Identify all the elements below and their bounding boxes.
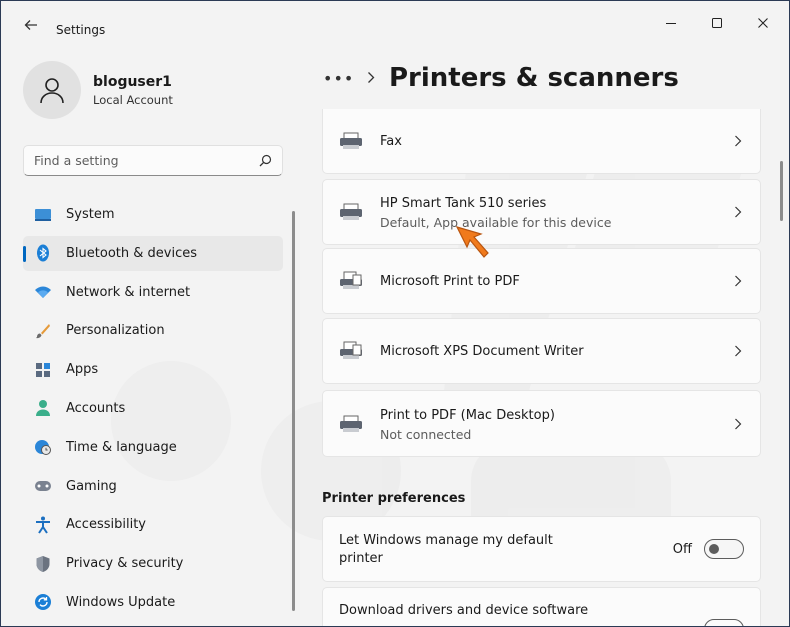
- chevron-right-icon: [735, 206, 742, 218]
- bluetooth-icon: [34, 244, 52, 262]
- manage-default-printer-setting: Let Windows manage my default printer Of…: [322, 516, 761, 582]
- minimize-icon: [666, 23, 676, 24]
- printer-status: Not connected: [380, 427, 472, 442]
- printer-icon: [340, 415, 362, 432]
- download-drivers-label: Download drivers and device software: [339, 603, 589, 618]
- printer-item-hp-smart-tank[interactable]: HP Smart Tank 510 series Default, App av…: [322, 179, 761, 245]
- sidebar-item-label: Apps: [66, 362, 99, 378]
- sidebar-item-label: Accessibility: [66, 517, 146, 533]
- sidebar-scrollbar[interactable]: [292, 211, 295, 611]
- sidebar-item-label: Windows Update: [66, 594, 176, 610]
- chevron-right-icon: [367, 69, 375, 88]
- breadcrumb-more-button[interactable]: •••: [323, 69, 353, 88]
- sidebar-item-label: Accounts: [66, 400, 126, 416]
- download-drivers-toggle[interactable]: [704, 619, 744, 626]
- page-title: Printers & scanners: [389, 63, 679, 93]
- printer-name: Microsoft Print to PDF: [380, 274, 520, 289]
- sidebar-item-label: Network & internet: [66, 284, 191, 300]
- title-bar: Settings: [1, 1, 789, 47]
- sidebar-item-label: System: [66, 207, 115, 222]
- sidebar-item-label: Time & language: [66, 439, 177, 455]
- maximize-icon: [712, 18, 722, 28]
- minimize-button[interactable]: [649, 9, 693, 37]
- person-icon: [34, 399, 52, 417]
- update-icon: [34, 593, 52, 611]
- shield-icon: [34, 555, 52, 573]
- printer-item-print-to-pdf-mac[interactable]: Print to PDF (Mac Desktop) Not connected: [322, 390, 761, 457]
- sidebar-item-accounts[interactable]: Accounts: [23, 391, 283, 426]
- chevron-right-icon: [735, 135, 742, 147]
- sidebar-item-label: Personalization: [66, 323, 165, 339]
- search-icon[interactable]: [259, 154, 272, 167]
- sidebar-item-windows-update[interactable]: Windows Update: [23, 585, 283, 620]
- sidebar-item-time-language[interactable]: Time & language: [23, 430, 283, 465]
- avatar: [23, 61, 81, 119]
- printer-name: Print to PDF (Mac Desktop): [380, 408, 555, 423]
- printer-item-microsoft-xps-document-writer[interactable]: Microsoft XPS Document Writer: [322, 318, 761, 384]
- sidebar-item-network-internet[interactable]: Network & internet: [23, 275, 283, 310]
- manage-default-toggle-group: Off: [673, 539, 744, 559]
- sidebar-item-label: Bluetooth & devices: [66, 245, 197, 261]
- person-avatar-icon: [40, 78, 64, 104]
- profile-account-type: Local Account: [93, 92, 173, 107]
- toggle-state-label: Off: [672, 541, 692, 557]
- wifi-icon: [34, 283, 52, 301]
- pointer-arrow-icon: [455, 226, 489, 258]
- close-icon: [758, 18, 768, 28]
- sidebar-item-system[interactable]: System: [23, 197, 283, 232]
- apps-icon: [34, 361, 52, 379]
- printer-name: Microsoft XPS Document Writer: [380, 344, 584, 359]
- printer-status: Default, App available for this device: [380, 215, 612, 230]
- sidebar-item-personalization[interactable]: Personalization: [23, 313, 283, 348]
- printer-preferences-heading: Printer preferences: [322, 491, 466, 506]
- main-scrollbar[interactable]: [780, 161, 783, 221]
- sidebar-item-apps[interactable]: Apps: [23, 352, 283, 387]
- printer-icon: [340, 132, 362, 149]
- arrow-left-icon: [24, 20, 37, 30]
- accessibility-icon: [34, 516, 52, 534]
- settings-window: Settings bloguser1 Local Account Find a …: [0, 0, 790, 627]
- toggle-knob: [709, 544, 719, 554]
- printer-name: HP Smart Tank 510 series: [380, 196, 547, 211]
- sidebar-item-gaming[interactable]: Gaming: [23, 469, 283, 504]
- manage-default-toggle[interactable]: [704, 539, 744, 559]
- printer-item-fax[interactable]: Fax: [322, 109, 761, 174]
- printer-icon: [340, 203, 362, 220]
- brush-icon: [34, 322, 52, 340]
- breadcrumb: ••• Printers & scanners: [323, 63, 679, 93]
- profile-name: bloguser1: [93, 73, 172, 90]
- maximize-button[interactable]: [695, 9, 739, 37]
- close-button[interactable]: [741, 9, 785, 37]
- sidebar-item-label: Privacy & security: [66, 556, 184, 572]
- manage-default-printer-label: Let Windows manage my default printer: [339, 533, 553, 566]
- chevron-right-icon: [735, 418, 742, 429]
- window-title: Settings: [56, 23, 106, 37]
- gamepad-icon: [34, 477, 52, 495]
- chevron-right-icon: [735, 345, 742, 357]
- search-box[interactable]: [23, 145, 283, 176]
- back-button[interactable]: [15, 14, 47, 36]
- printer-item-microsoft-print-to-pdf[interactable]: Microsoft Print to PDF: [322, 248, 761, 314]
- sidebar-item-bluetooth-devices[interactable]: Bluetooth & devices: [23, 235, 283, 271]
- user-profile[interactable]: bloguser1 Local Account: [23, 61, 173, 119]
- globe-clock-icon: [34, 438, 52, 456]
- sidebar-item-label: Gaming: [66, 478, 117, 494]
- sidebar-item-accessibility[interactable]: Accessibility: [23, 507, 283, 542]
- monitor-icon: [34, 206, 52, 224]
- search-input[interactable]: [34, 153, 259, 168]
- printer-name: Fax: [380, 134, 402, 149]
- printer-doc-icon: [340, 271, 362, 289]
- sidebar-nav: System Bluetooth & devices Network & int…: [23, 197, 283, 624]
- printer-doc-icon: [340, 341, 362, 359]
- download-drivers-setting[interactable]: Download drivers and device software: [322, 587, 761, 626]
- sidebar-item-privacy-security[interactable]: Privacy & security: [23, 546, 283, 581]
- chevron-right-icon: [735, 275, 742, 287]
